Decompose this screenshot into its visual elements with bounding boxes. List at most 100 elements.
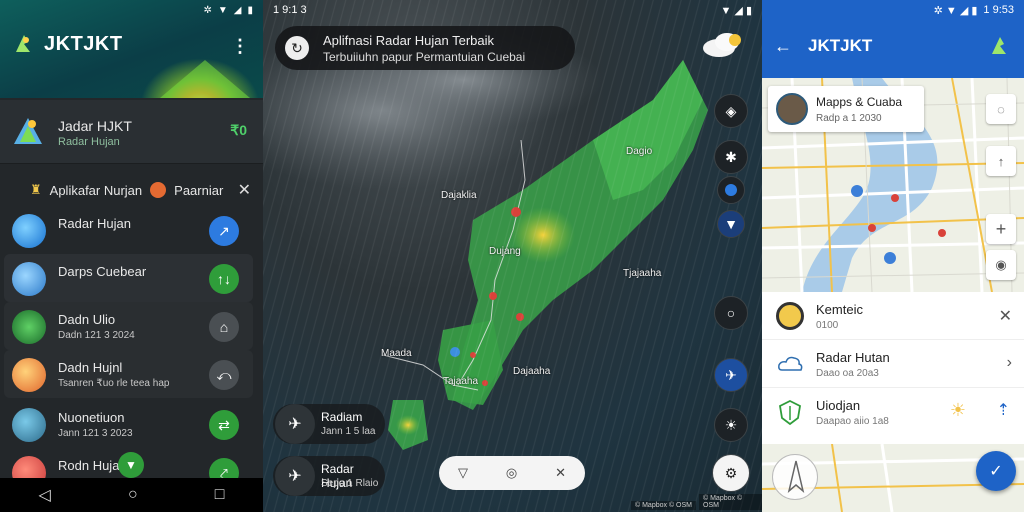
app-brand: JKTJKT bbox=[12, 32, 123, 56]
playback-bar: ▽ ◎ ✕ bbox=[439, 456, 585, 490]
chat-icon[interactable]: ◌ bbox=[986, 94, 1016, 124]
status-bar: 1 9:1 3 ▼ ◢ ▮ bbox=[263, 0, 762, 20]
bottom-sheet: Kemteic 0100 ✕ Radar Hutan Daao oa 20a3 … bbox=[762, 292, 1024, 444]
list-item-nuonetiuon[interactable]: Nuonetiuon Jann 121 3 2023 ⇄ bbox=[0, 400, 263, 448]
weather-icon bbox=[12, 214, 46, 248]
record-icon[interactable]: ○ bbox=[714, 296, 748, 330]
city-label: Maada bbox=[381, 348, 412, 359]
pin-icon[interactable]: ✈ bbox=[714, 358, 748, 392]
layer-chip-radar[interactable]: ✈ Radar Hujan Sepo 1 Rlaio bbox=[273, 456, 385, 496]
play-icon[interactable]: ▽ bbox=[458, 465, 468, 481]
row-title: Radar Hutan bbox=[816, 350, 890, 365]
item-title: Rodn Hujan bbox=[58, 458, 127, 473]
sun-icon[interactable]: ☀ bbox=[950, 400, 966, 421]
place-card[interactable]: Mapps & Cuaba Radp a 1 2030 bbox=[768, 86, 924, 132]
item-action-button[interactable]: ⇄ bbox=[209, 410, 239, 440]
close-icon[interactable]: ✕ bbox=[555, 465, 566, 481]
navigation-arrow-icon[interactable]: ⇡ bbox=[997, 400, 1010, 420]
close-icon[interactable]: ✕ bbox=[238, 180, 251, 200]
filter-icon[interactable]: ▼ bbox=[717, 210, 745, 238]
app-logo-icon bbox=[12, 32, 36, 56]
item-title: Nuonetiuon bbox=[58, 410, 125, 425]
app-banner[interactable]: ↻ Aplifnasi Radar Hujan Terbaik Terbuiiu… bbox=[275, 26, 575, 70]
overflow-menu-icon[interactable]: ⋮ bbox=[231, 36, 249, 57]
item-subtitle: Tsanren ₹uo rle teea hap bbox=[58, 378, 170, 389]
row-title: Kemteic bbox=[816, 302, 863, 317]
timer-icon[interactable]: ◎ bbox=[506, 465, 517, 481]
account-tag: ₹0 bbox=[230, 122, 247, 138]
close-icon[interactable]: ✕ bbox=[999, 306, 1012, 326]
banner-subtitle: Terbuiiuhn papur Permantuian Cuebai bbox=[323, 50, 526, 64]
list-item-dadn-hujnl[interactable]: Dadn Hujnl Tsanren ₹uo rle teea hap ⤺ bbox=[4, 350, 253, 398]
list-item-dadn-ulio[interactable]: Dadn Ulio Dadn 121 3 2024 ⌂ bbox=[4, 302, 253, 350]
app-title: JKTJKT bbox=[44, 32, 123, 55]
target-icon[interactable] bbox=[717, 176, 745, 204]
navigation-icon[interactable]: ↑ bbox=[986, 146, 1016, 176]
row-subtitle: Daao oa 20a3 bbox=[816, 368, 879, 379]
account-avatar-icon bbox=[10, 114, 46, 150]
list-item-radar-hujan[interactable]: Radar Hujan ↗ bbox=[0, 206, 263, 254]
nav-recents-icon[interactable]: □ bbox=[215, 486, 225, 504]
nav-home-icon[interactable]: ○ bbox=[128, 486, 138, 504]
item-subtitle: Dadn 121 3 2024 bbox=[58, 330, 135, 341]
cloud-icon bbox=[776, 350, 804, 378]
wifi-icon: ▼ bbox=[217, 4, 228, 16]
status-icons: ✲ ▼ ◢ ▮ bbox=[933, 4, 978, 17]
city-label: Tjajaaha bbox=[623, 268, 662, 279]
nav-bar: ◁ ○ □ bbox=[0, 478, 263, 512]
drawer-screen: ✲ ▼ ◢ ▮ JKTJKT ⋮ Jadar HJKT Radar Hujan … bbox=[0, 0, 263, 512]
item-action-button[interactable]: ⤺ bbox=[209, 360, 239, 390]
sheet-row-radar-hutan[interactable]: Radar Hutan Daao oa 20a3 › bbox=[762, 340, 1024, 388]
item-action-button[interactable]: ⌂ bbox=[209, 312, 239, 342]
item-title: Darps Cuebear bbox=[58, 264, 147, 279]
chevron-right-icon[interactable]: › bbox=[1007, 354, 1012, 372]
status-bar: ✲ ▼ ◢ ▮ 1 9:53 bbox=[762, 0, 1024, 20]
item-title: Radar Hujan bbox=[58, 216, 131, 231]
sheet-row-uiodjan[interactable]: Uiodjan Daapao aiio 1a8 ☀ ⇡ bbox=[762, 388, 1024, 444]
sun-icon[interactable]: ☀ bbox=[714, 408, 748, 442]
row-subtitle: Daapao aiio 1a8 bbox=[816, 416, 889, 427]
sun-cloud-icon bbox=[12, 358, 46, 392]
map-credit: © Mapbox © OSM bbox=[699, 494, 762, 510]
map-credit: © Mapbox © OSM bbox=[631, 501, 696, 510]
layer-icon: ✈ bbox=[275, 456, 315, 496]
item-action-button[interactable]: ↗ bbox=[209, 216, 239, 246]
account-subtitle: Radar Hujan bbox=[58, 136, 120, 148]
list-item-darps[interactable]: Darps Cuebear ↑↓ bbox=[4, 254, 253, 302]
item-title: Dadn Hujnl bbox=[58, 360, 123, 375]
settings-gear-icon[interactable]: ✱ bbox=[714, 140, 748, 174]
radar-icon bbox=[12, 310, 46, 344]
city-label: Dujang bbox=[489, 246, 521, 257]
my-location-icon[interactable]: ◉ bbox=[986, 250, 1016, 280]
notice-dot-icon bbox=[150, 182, 167, 198]
notice-text-2: Paarniar bbox=[174, 182, 224, 198]
city-label: Dajaaha bbox=[513, 366, 551, 377]
place-subtitle: Radp a 1 2030 bbox=[816, 113, 882, 124]
place-avatar bbox=[776, 93, 808, 125]
app-banner-icon: ↻ bbox=[285, 36, 309, 60]
edit-fab-icon[interactable]: ✓ bbox=[976, 451, 1016, 491]
battery-icon: ▮ bbox=[247, 4, 253, 16]
status-icons: ▼ ◢ ▮ bbox=[720, 4, 752, 17]
account-card[interactable]: Jadar HJKT Radar Hujan ₹0 bbox=[0, 100, 263, 164]
nav-back-icon[interactable]: ◁ bbox=[39, 485, 51, 505]
shield-icon bbox=[776, 398, 804, 426]
item-action-button[interactable]: ↑↓ bbox=[209, 264, 239, 294]
place-title: Mapps & Cuaba bbox=[816, 95, 903, 109]
layer-chip-radiam[interactable]: ✈ Radiam Jann 1 5 laa bbox=[273, 404, 385, 444]
layer-icon: ✈ bbox=[275, 404, 315, 444]
locate-icon[interactable]: ◈ bbox=[714, 94, 748, 128]
compass-icon[interactable] bbox=[772, 454, 818, 500]
zoom-in-icon[interactable]: + bbox=[986, 214, 1016, 244]
layer-subtitle: Jann 1 5 laa bbox=[321, 426, 376, 437]
gear-icon[interactable]: ⚙ bbox=[712, 454, 750, 492]
radar-screen: 1 9:1 3 ▼ ◢ ▮ ↻ Aplifnasi Radar Hujan Te… bbox=[263, 0, 762, 512]
status-time: 1 9:53 bbox=[983, 4, 1014, 16]
city-label: Tajaaha bbox=[443, 376, 479, 387]
sheet-row-kemteic[interactable]: Kemteic 0100 ✕ bbox=[762, 292, 1024, 340]
weather-cloud-icon bbox=[697, 30, 745, 60]
back-arrow-icon[interactable]: ← bbox=[774, 36, 792, 57]
notice-icon: ♜ bbox=[30, 182, 42, 197]
app-title: JKTJKT bbox=[808, 36, 873, 55]
scroll-down-icon[interactable]: ▼ bbox=[118, 452, 144, 478]
